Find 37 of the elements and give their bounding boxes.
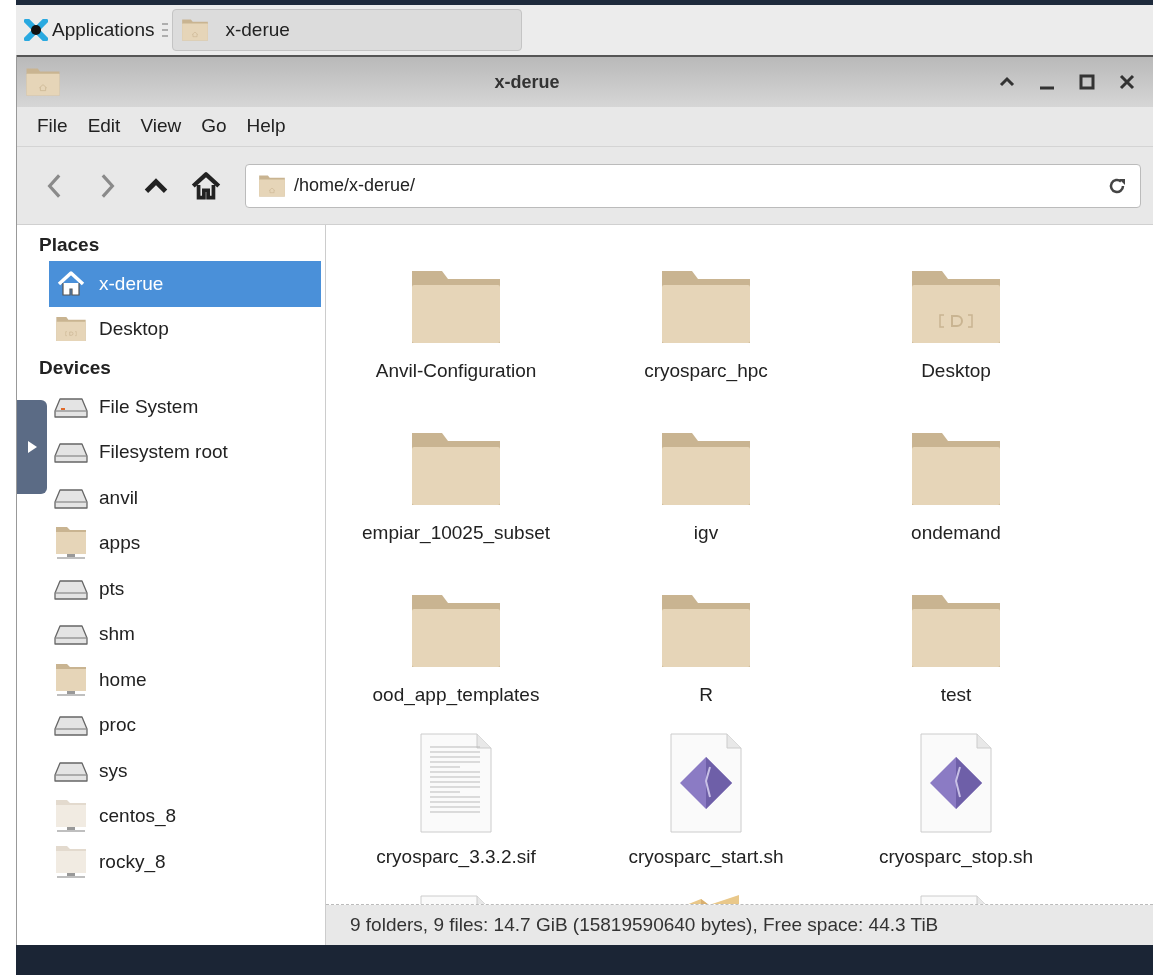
sidebar-item[interactable]: pts bbox=[49, 566, 321, 612]
status-bar: 9 folders, 9 files: 14.7 GiB (15819590640 bytes), Free space: 44.3 TiB bbox=[326, 905, 1153, 945]
menu-item[interactable]: View bbox=[132, 112, 190, 141]
location-input[interactable]: /home/x-derue/ bbox=[294, 172, 1098, 199]
file-name: Anvil-Configuration bbox=[375, 359, 537, 383]
window-title: x-derue bbox=[493, 70, 561, 94]
sidebar-item[interactable]: home bbox=[49, 657, 321, 703]
sidebar-item[interactable]: Filesystem root bbox=[49, 429, 321, 475]
file-name: cryosparc_start.sh bbox=[628, 845, 784, 870]
file-name: test bbox=[940, 683, 972, 707]
sidebar-item[interactable]: File System bbox=[49, 384, 321, 430]
sidebar-item[interactable]: Desktop bbox=[49, 306, 321, 352]
file-name: cryosparc_stop.sh bbox=[878, 845, 1034, 870]
location-bar[interactable]: /home/x-derue/ bbox=[245, 163, 1141, 208]
file-name: ood_app_templates bbox=[372, 683, 540, 708]
sidebar-item[interactable]: anvil bbox=[49, 475, 321, 521]
sidebar-item[interactable]: centos_8 bbox=[49, 793, 321, 839]
menu-item[interactable]: Go bbox=[193, 112, 235, 141]
sidebar-item[interactable]: apps bbox=[49, 520, 321, 566]
sidebar-item[interactable]: proc bbox=[49, 702, 321, 748]
menu-item[interactable]: File bbox=[29, 112, 76, 141]
menu-item[interactable]: Edit bbox=[79, 112, 129, 141]
menu-item[interactable]: Help bbox=[238, 112, 294, 141]
file-name: Desktop bbox=[921, 359, 991, 383]
section-heading: Devices bbox=[38, 355, 112, 380]
section-heading: Places bbox=[38, 232, 101, 257]
file-name: ondemand bbox=[911, 521, 1001, 545]
sidebar-item[interactable]: sys bbox=[49, 748, 321, 794]
file-name: cryosparc_3.3.2.sif bbox=[376, 845, 536, 870]
file-name: cryosparc_hpc bbox=[644, 359, 768, 384]
file-name: R bbox=[699, 683, 713, 707]
file-name: empiar_10025_subset bbox=[362, 521, 550, 546]
taskbar-button[interactable]: x-derue bbox=[172, 9, 523, 51]
sidebar-item[interactable]: shm bbox=[49, 611, 321, 657]
sidebar-item[interactable]: rocky_8 bbox=[49, 839, 321, 885]
applications-menu[interactable]: Applications bbox=[20, 15, 159, 45]
file-name: igv bbox=[693, 521, 719, 545]
